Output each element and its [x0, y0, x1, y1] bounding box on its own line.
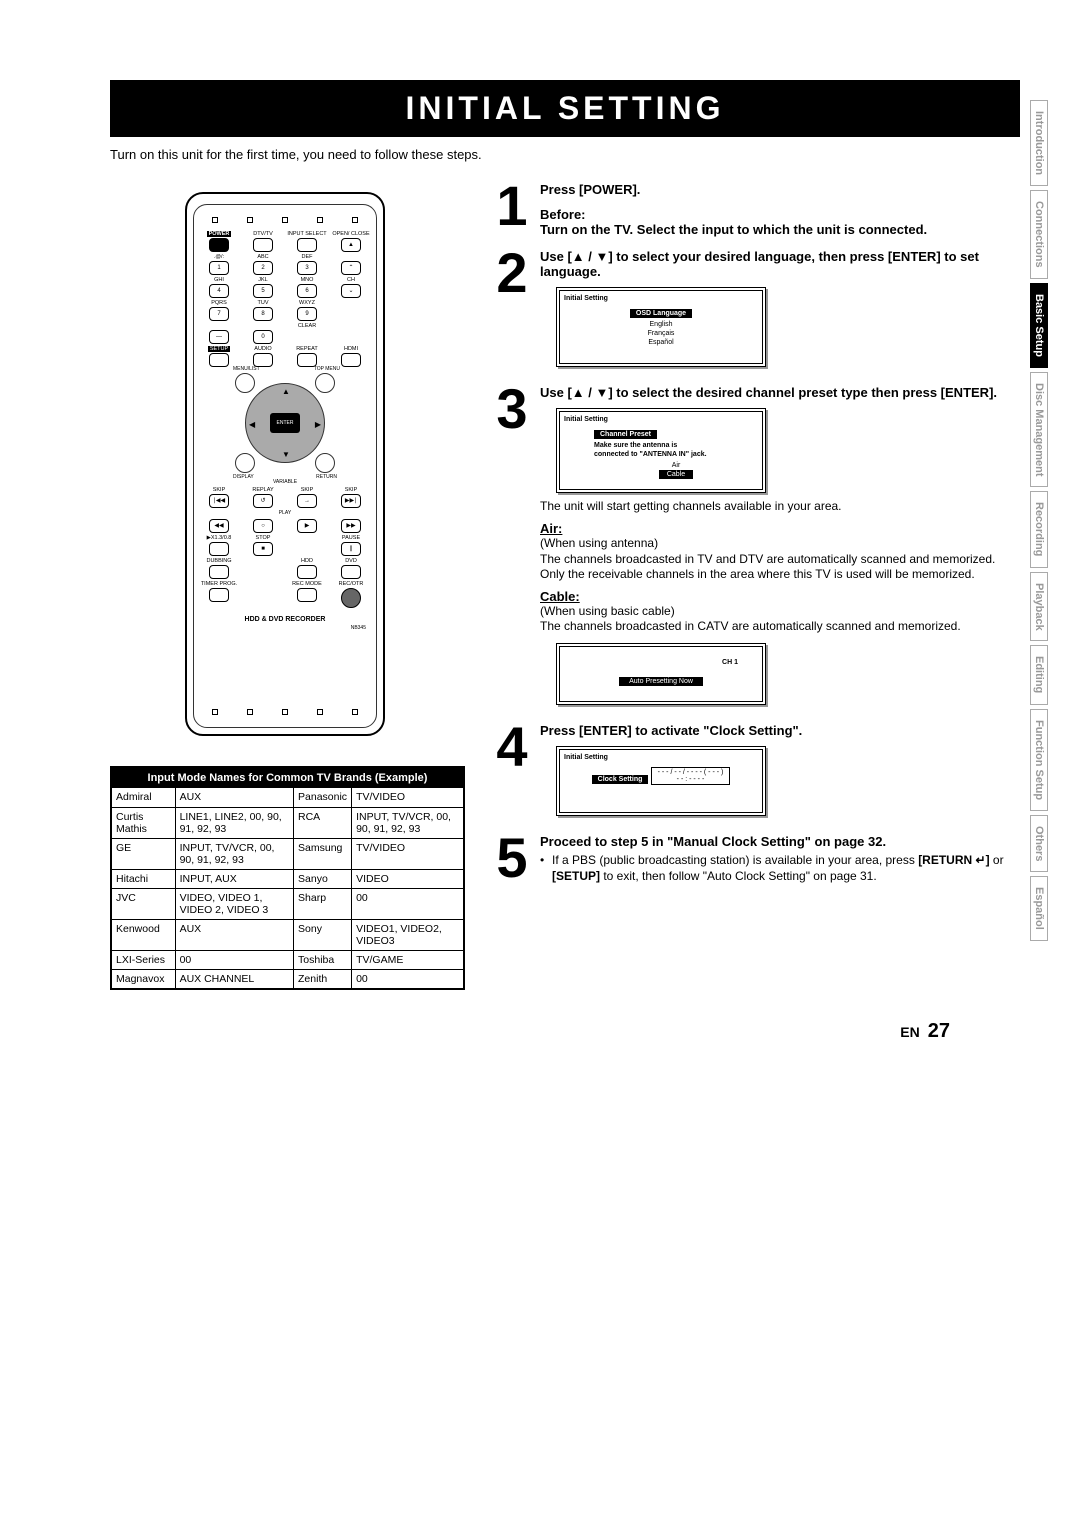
page-title: INITIAL SETTING: [110, 80, 1020, 137]
table-row: LXI-Series00ToshibaTV/GAME: [111, 951, 464, 970]
side-tab: Introduction: [1030, 100, 1048, 186]
osd-channel-preset-diagram: Initial Setting Channel Preset Make sure…: [556, 408, 766, 493]
side-tab: Others: [1030, 815, 1048, 872]
step-4: 4 Press [ENTER] to activate "Clock Setti…: [490, 723, 1020, 822]
table-row: HitachiINPUT, AUXSanyoVIDEO: [111, 869, 464, 888]
remote-top-dots: [198, 217, 372, 223]
side-tab: Recording: [1030, 491, 1048, 567]
intro-text: Turn on this unit for the first time, yo…: [110, 147, 1020, 162]
side-tab: Basic Setup: [1030, 283, 1048, 368]
osd-auto-preset-diagram: CH 1 Auto Presetting Now: [556, 643, 766, 705]
remote-illustration: POWER DTV/TV INPUT SELECT OPEN/ CLOSE▲ .…: [185, 192, 385, 736]
step-1: 1 Press [POWER]. Before: Turn on the TV.…: [490, 182, 1020, 237]
osd-clock-diagram: Initial Setting Clock Setting - - - / - …: [556, 746, 766, 816]
step-3: 3 Use [▲ / ▼] to select the desired chan…: [490, 385, 1020, 711]
remote-nav-pad: MENU/LIST TOP MENU DISPLAY RETURN ▲ ▼ ◀ …: [235, 373, 335, 473]
osd-language-diagram: Initial Setting OSD Language English Fra…: [556, 287, 766, 367]
side-tabs: Introduction Connections Basic Setup Disc M…: [1030, 100, 1050, 945]
side-tab: Disc Management: [1030, 372, 1048, 488]
table-row: KenwoodAUXSonyVIDEO1, VIDEO2, VIDEO3: [111, 919, 464, 950]
side-tab: Español: [1030, 876, 1048, 941]
input-mode-table: Input Mode Names for Common TV Brands (E…: [110, 766, 465, 990]
table-row: Curtis MathisLINE1, LINE2, 00, 90, 91, 9…: [111, 807, 464, 838]
table-row: JVCVIDEO, VIDEO 1, VIDEO 2, VIDEO 3Sharp…: [111, 888, 464, 919]
step-2: 2 Use [▲ / ▼] to select your desired lan…: [490, 249, 1020, 373]
side-tab: Connections: [1030, 190, 1048, 279]
remote-bottom-dots: [198, 709, 372, 715]
page-footer: EN27: [110, 1020, 1020, 1043]
side-tab: Function Setup: [1030, 709, 1048, 811]
table-row: MagnavoxAUX CHANNELZenith00: [111, 970, 464, 990]
step-5: 5 Proceed to step 5 in "Manual Clock Set…: [490, 834, 1020, 884]
table-row: GEINPUT, TV/VCR, 00, 90, 91, 92, 93Samsu…: [111, 838, 464, 869]
side-tab: Editing: [1030, 645, 1048, 704]
side-tab: Playback: [1030, 572, 1048, 642]
table-row: AdmiralAUXPanasonicTV/VIDEO: [111, 788, 464, 807]
